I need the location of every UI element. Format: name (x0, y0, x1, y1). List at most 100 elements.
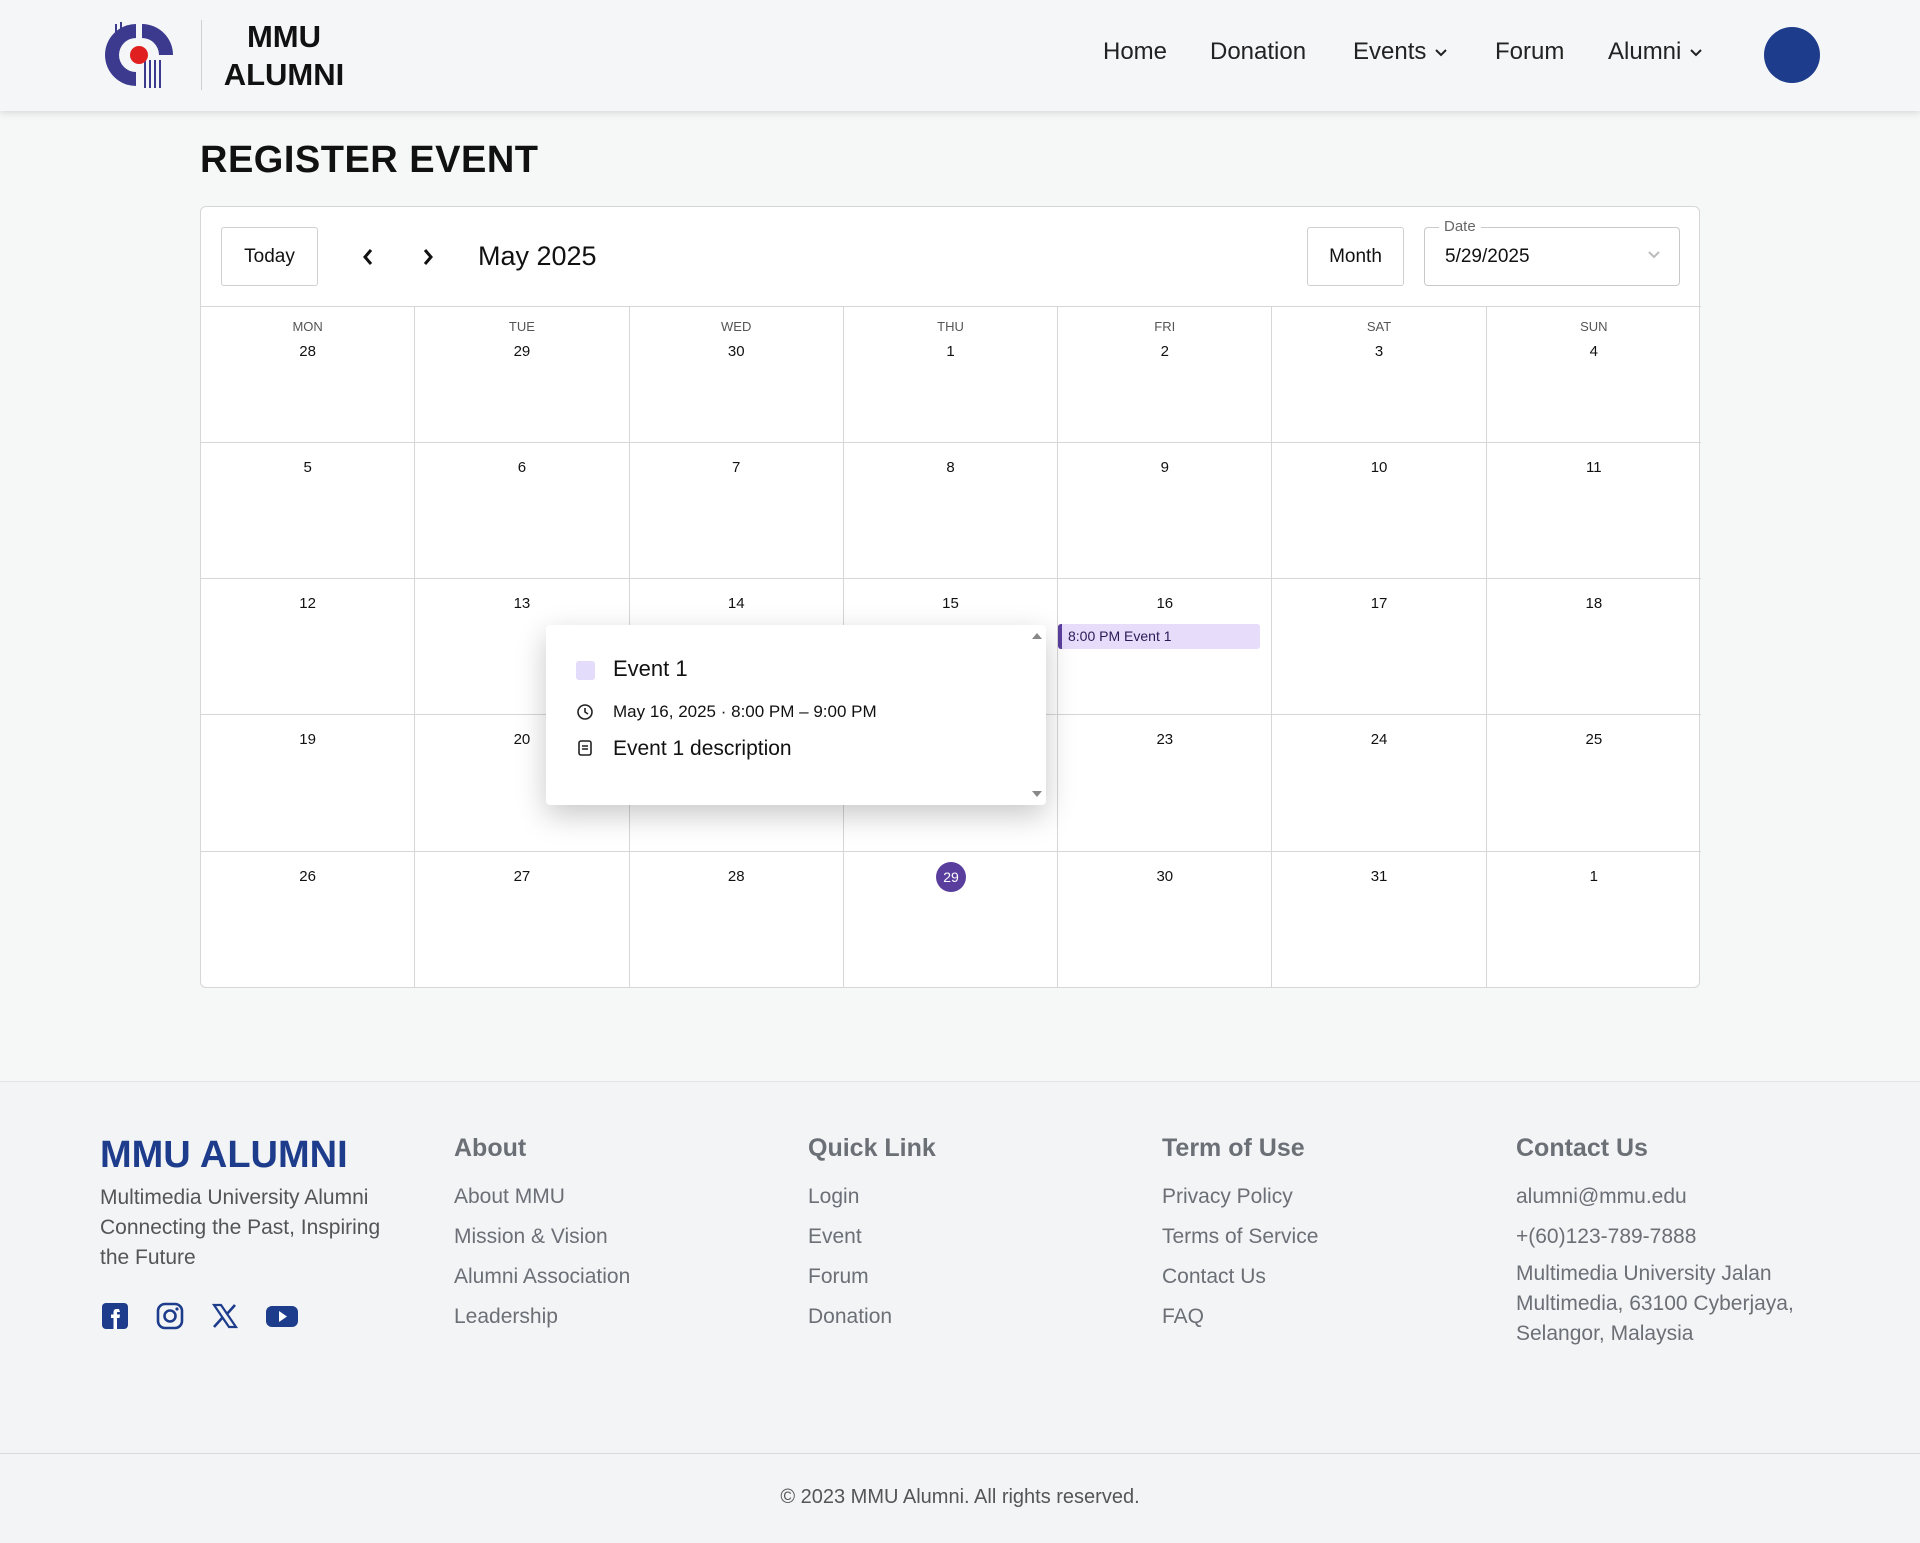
calendar-day-cell[interactable]: WED 30 (629, 307, 844, 443)
brand-name[interactable]: MMU ALUMNI (222, 18, 346, 94)
youtube-icon[interactable] (265, 1301, 299, 1331)
today-button[interactable]: Today (221, 227, 318, 286)
calendar-day-cell[interactable]: 19 (201, 715, 416, 852)
next-month-button[interactable] (414, 243, 442, 271)
weekday-header: TUE (508, 319, 535, 334)
footer-link-about-mmu[interactable]: About MMU (454, 1185, 565, 1209)
calendar-day-cell[interactable]: 11 (1486, 443, 1701, 579)
footer-link-leadership[interactable]: Leadership (454, 1305, 558, 1329)
nav-events[interactable]: Events (1353, 38, 1448, 66)
footer-link-forum[interactable]: Forum (808, 1265, 869, 1289)
calendar-day-cell[interactable]: FRI 2 (1058, 307, 1273, 443)
footer-contact-phone[interactable]: +(60)123-789-7888 (1516, 1225, 1696, 1249)
footer-about-title: About (454, 1134, 527, 1162)
calendar-day-cell[interactable]: 27 (415, 852, 630, 988)
nav-alumni-label: Alumni (1608, 38, 1682, 65)
footer-link-login[interactable]: Login (808, 1185, 859, 1209)
day-number: 14 (727, 595, 745, 612)
calendar-day-cell[interactable]: MON 28 (201, 307, 416, 443)
footer-tagline: Multimedia University Alumni Connecting … (100, 1186, 381, 1269)
chevron-right-icon (423, 249, 433, 265)
day-number: 16 (1156, 595, 1174, 612)
day-number: 10 (1370, 459, 1388, 476)
calendar-day-cell[interactable]: 30 (1058, 852, 1273, 988)
calendar-day-cell[interactable]: SAT 3 (1272, 307, 1487, 443)
day-number: 27 (513, 868, 531, 885)
x-icon[interactable] (210, 1301, 240, 1331)
footer-link-mission-vision[interactable]: Mission & Vision (454, 1225, 608, 1249)
calendar-day-cell[interactable]: 8 (843, 443, 1059, 579)
nav-events-label: Events (1353, 38, 1427, 65)
calendar-day-cell[interactable]: 28 (630, 852, 844, 988)
calendar-day-cell[interactable]: 25 (1486, 715, 1701, 852)
day-number: 23 (1156, 731, 1174, 748)
footer-link-alumni-association[interactable]: Alumni Association (454, 1265, 630, 1289)
calendar-day-cell[interactable]: THU 1 (843, 307, 1059, 443)
footer-link-event[interactable]: Event (808, 1225, 862, 1249)
calendar-day-cell[interactable]: 23 (1058, 715, 1273, 852)
user-avatar[interactable] (1764, 27, 1820, 83)
day-number: 7 (732, 459, 741, 476)
calendar-day-cell[interactable]: 6 (415, 443, 630, 579)
calendar-day-cell[interactable]: 18 (1486, 579, 1701, 715)
day-number: 8 (946, 459, 955, 476)
day-number: 6 (517, 459, 527, 476)
calendar-day-cell[interactable]: 5 (201, 443, 416, 579)
date-field-label: Date (1439, 218, 1481, 235)
event-description: Event 1 description (613, 737, 792, 760)
nav-donation[interactable]: Donation (1210, 38, 1306, 66)
calendar-day-cell[interactable]: 26 (201, 852, 416, 988)
top-navbar: MMU ALUMNI Home Donation Events Forum Al… (0, 0, 1920, 111)
calendar-day-cell[interactable]: 12 (201, 579, 416, 715)
calendar-day-cell[interactable]: 7 (629, 443, 844, 579)
selected-day-number[interactable]: 29 (935, 862, 966, 892)
chevron-down-icon (1648, 251, 1660, 259)
calendar-day-cell[interactable]: 24 (1272, 715, 1487, 852)
scroll-up-arrow-icon[interactable] (1030, 629, 1044, 643)
view-month-button[interactable]: Month (1307, 227, 1404, 286)
weekday-header: THU (937, 319, 964, 334)
clock-icon (577, 704, 593, 720)
brand-line-1: MMU (246, 19, 322, 54)
facebook-icon[interactable] (100, 1301, 130, 1331)
nav-alumni[interactable]: Alumni (1608, 38, 1703, 66)
event-time: May 16, 2025 · 8:00 PM – 9:00 PM (613, 702, 877, 721)
calendar-day-cell[interactable]: TUE 29 (415, 307, 630, 443)
weekday-header: MON (292, 319, 323, 334)
footer-link-privacy-policy[interactable]: Privacy Policy (1162, 1185, 1293, 1209)
instagram-icon[interactable] (155, 1301, 185, 1331)
calendar-day-cell[interactable]: 17 (1272, 579, 1487, 715)
footer-brand: MMU ALUMNI (100, 1134, 348, 1176)
footer-quick-title: Quick Link (808, 1134, 936, 1162)
footer-link-donation[interactable]: Donation (808, 1305, 892, 1329)
calendar-day-cell[interactable]: SUN 4 (1486, 307, 1701, 443)
calendar-day-cell[interactable]: 31 (1272, 852, 1487, 988)
mmu-logo[interactable] (104, 20, 174, 90)
event-chip-event-1[interactable]: 8:00 PM Event 1 (1058, 624, 1260, 649)
day-number: 19 (299, 731, 316, 748)
prev-month-button[interactable] (354, 243, 382, 271)
chevron-down-icon (1435, 48, 1448, 57)
day-number: 24 (1370, 731, 1388, 748)
footer-contact-title: Contact Us (1516, 1134, 1648, 1162)
day-number: 5 (303, 459, 312, 476)
footer-link-contact-us[interactable]: Contact Us (1162, 1265, 1266, 1289)
day-number: 2 (1160, 343, 1169, 360)
scroll-down-arrow-icon[interactable] (1030, 787, 1044, 801)
brand-line-2: ALUMNI (223, 57, 345, 92)
calendar-day-cell[interactable]: 29 (844, 852, 1059, 988)
day-number: 15 (942, 595, 959, 612)
calendar-day-cell[interactable]: 10 (1272, 443, 1487, 579)
nav-forum[interactable]: Forum (1495, 38, 1564, 66)
date-picker-field[interactable]: Date 5/29/2025 (1424, 218, 1680, 286)
weekday-header: SAT (1366, 319, 1392, 334)
date-field-value: 5/29/2025 (1445, 246, 1530, 267)
calendar-day-cell[interactable]: 9 (1058, 443, 1273, 579)
footer-link-terms-of-service[interactable]: Terms of Service (1162, 1225, 1318, 1249)
calendar-day-cell[interactable]: 1 (1487, 852, 1701, 988)
footer-link-faq[interactable]: FAQ (1162, 1305, 1204, 1329)
nav-home[interactable]: Home (1103, 38, 1167, 66)
day-number: 17 (1370, 595, 1388, 612)
event-color-swatch (576, 661, 595, 680)
footer-contact-email[interactable]: alumni@mmu.edu (1516, 1185, 1687, 1209)
